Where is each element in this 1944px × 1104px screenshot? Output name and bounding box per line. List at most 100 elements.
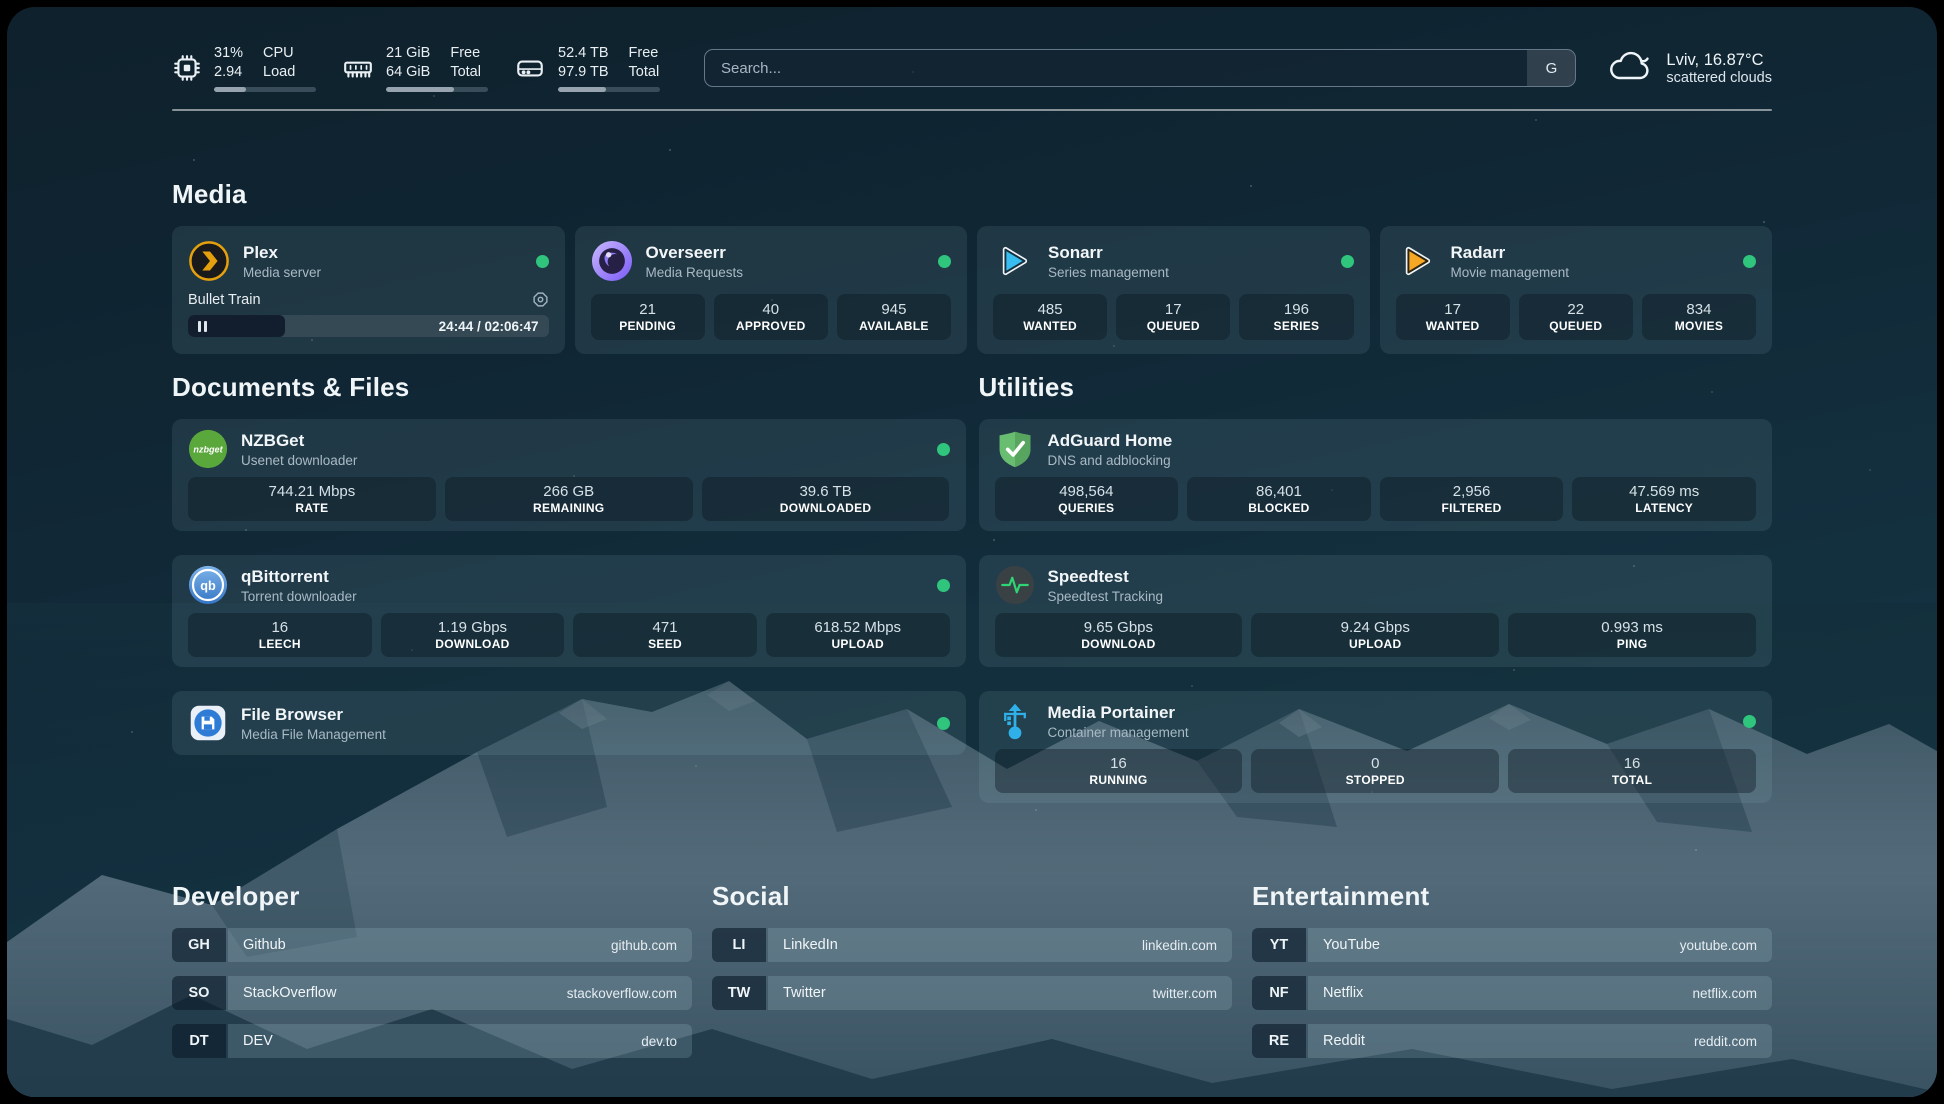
card-title: Sonarr: [1048, 243, 1169, 263]
cloud-icon: [1606, 47, 1654, 90]
stat-label: PING: [1617, 637, 1648, 651]
stat-box: 22 QUEUED: [1519, 294, 1633, 340]
card-qbittorrent[interactable]: qb qBittorrent Torrent downloader 16 LEE…: [172, 555, 966, 667]
stat-label: UPLOAD: [1349, 637, 1401, 651]
stat-box: 86,401 BLOCKED: [1187, 477, 1371, 521]
bookmark-name: Github: [243, 937, 286, 953]
stat-value: 39.6 TB: [799, 483, 851, 500]
speedtest-logo-icon: [995, 565, 1035, 605]
bookmark-url: dev.to: [641, 1034, 677, 1049]
dashboard-window: 31% 2.94 CPU Load: [7, 7, 1937, 1097]
card-title: qBittorrent: [241, 567, 357, 587]
stat-value: 47.569 ms: [1629, 483, 1699, 500]
stat-value: 0.993 ms: [1601, 619, 1663, 636]
now-playing-title: Bullet Train: [188, 292, 261, 308]
settings-icon[interactable]: [532, 291, 549, 308]
bookmark-abbr: SO: [172, 976, 226, 1010]
cpu-chip-icon: [172, 53, 202, 83]
search-input[interactable]: [705, 50, 1527, 86]
memory-free-value: 21 GiB: [386, 44, 430, 63]
stat-value: 2,956: [1453, 483, 1491, 500]
documents-column: Documents & Files nzbget NZBGet Usenet d: [172, 372, 966, 779]
card-nzbget[interactable]: nzbget NZBGet Usenet downloader 744.21 M…: [172, 419, 966, 531]
bookmark-abbr: RE: [1252, 1024, 1306, 1058]
plex-playback-bar[interactable]: 24:44 / 02:06:47: [188, 315, 549, 337]
stat-value: 16: [1624, 755, 1641, 772]
bookmark-linkedin[interactable]: LI LinkedIn linkedin.com: [712, 928, 1232, 962]
bookmark-abbr: DT: [172, 1024, 226, 1058]
portainer-logo-icon: [995, 701, 1035, 741]
card-subtitle: Series management: [1048, 265, 1169, 280]
disk-widget: 52.4 TB 97.9 TB Free Total: [514, 44, 660, 92]
card-subtitle: Media File Management: [241, 727, 386, 742]
stat-label: PENDING: [619, 319, 676, 333]
stat-label: QUEUED: [1147, 319, 1200, 333]
bookmark-dev[interactable]: DT DEV dev.to: [172, 1024, 692, 1058]
file-browser-logo-icon: [188, 703, 228, 743]
nzbget-logo-icon: nzbget: [188, 429, 228, 469]
disk-free-value: 52.4 TB: [558, 44, 609, 63]
bookmark-stackoverflow[interactable]: SO StackOverflow stackoverflow.com: [172, 976, 692, 1010]
utilities-column: Utilities AdGuard Home: [979, 372, 1773, 827]
bookmark-url: youtube.com: [1680, 938, 1757, 953]
search-engine-button[interactable]: G: [1527, 50, 1575, 86]
card-overseerr[interactable]: Overseerr Media Requests 21 PENDING 40 A…: [575, 226, 968, 354]
stat-label: LEECH: [259, 637, 301, 651]
card-file-browser[interactable]: File Browser Media File Management: [172, 691, 966, 755]
memory-free-label: Free: [450, 44, 481, 63]
stat-label: AVAILABLE: [859, 319, 929, 333]
card-speedtest[interactable]: Speedtest Speedtest Tracking 9.65 Gbps D…: [979, 555, 1773, 667]
bookmark-name: Reddit: [1323, 1033, 1365, 1049]
status-dot: [937, 579, 950, 592]
section-title-developer: Developer: [172, 881, 692, 912]
bookmark-name: Netflix: [1323, 985, 1363, 1001]
stat-box: 196 SERIES: [1239, 294, 1353, 340]
bookmark-url: reddit.com: [1694, 1034, 1757, 1049]
card-title: Overseerr: [646, 243, 744, 263]
card-subtitle: Movie management: [1451, 265, 1570, 280]
bookmark-youtube[interactable]: YT YouTube youtube.com: [1252, 928, 1772, 962]
search-bar[interactable]: G: [704, 49, 1576, 87]
card-subtitle: Container management: [1048, 725, 1189, 740]
stat-value: 196: [1284, 301, 1309, 318]
card-sonarr[interactable]: Sonarr Series management 485 WANTED 17 Q…: [977, 226, 1370, 354]
stat-label: WANTED: [1426, 319, 1480, 333]
stat-label: DOWNLOAD: [1081, 637, 1155, 651]
bookmark-group-developer: Developer GH Github github.com SO StackO…: [172, 881, 692, 1072]
playback-time: 24:44 / 02:06:47: [439, 315, 539, 337]
section-title-entertainment: Entertainment: [1252, 881, 1772, 912]
stat-box: 0.993 ms PING: [1508, 613, 1756, 657]
stat-value: 17: [1444, 301, 1461, 318]
bookmark-url: linkedin.com: [1142, 938, 1217, 953]
stat-value: 9.65 Gbps: [1084, 619, 1153, 636]
radarr-logo-icon: [1396, 240, 1438, 282]
stat-box: 498,564 QUERIES: [995, 477, 1179, 521]
bookmark-reddit[interactable]: RE Reddit reddit.com: [1252, 1024, 1772, 1058]
stat-label: FILTERED: [1441, 501, 1501, 515]
bookmark-abbr: NF: [1252, 976, 1306, 1010]
pause-icon[interactable]: [198, 321, 207, 332]
bookmark-abbr: YT: [1252, 928, 1306, 962]
cpu-widget: 31% 2.94 CPU Load: [172, 44, 316, 92]
stat-label: RATE: [295, 501, 328, 515]
card-plex[interactable]: Plex Media server Bullet Train: [172, 226, 565, 354]
disk-progress-bar: [558, 87, 660, 92]
stat-value: 945: [881, 301, 906, 318]
stat-label: TOTAL: [1612, 773, 1652, 787]
card-radarr[interactable]: Radarr Movie management 17 WANTED 22 QUE…: [1380, 226, 1773, 354]
section-title-documents: Documents & Files: [172, 372, 966, 403]
bookmark-twitter[interactable]: TW Twitter twitter.com: [712, 976, 1232, 1010]
stat-label: REMAINING: [533, 501, 604, 515]
card-adguard-home[interactable]: AdGuard Home DNS and adblocking 498,564 …: [979, 419, 1773, 531]
weather-widget: Lviv, 16.87°C scattered clouds: [1606, 47, 1772, 90]
card-title: AdGuard Home: [1048, 431, 1173, 451]
bookmark-abbr: LI: [712, 928, 766, 962]
bookmark-github[interactable]: GH Github github.com: [172, 928, 692, 962]
card-title: Radarr: [1451, 243, 1570, 263]
bookmark-netflix[interactable]: NF Netflix netflix.com: [1252, 976, 1772, 1010]
card-media-portainer[interactable]: Media Portainer Container management 16 …: [979, 691, 1773, 803]
svg-text:nzbget: nzbget: [193, 445, 223, 455]
stat-label: SEED: [648, 637, 682, 651]
stat-label: UPLOAD: [831, 637, 883, 651]
stat-value: 266 GB: [543, 483, 594, 500]
